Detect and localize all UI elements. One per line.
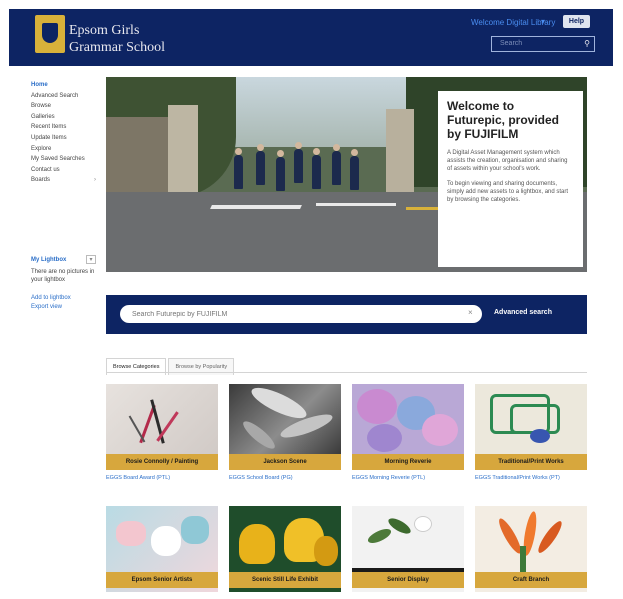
category-label: Morning Reverie (352, 454, 464, 470)
hero-photo-student (234, 148, 243, 189)
welcome-paragraph: To begin viewing and sharing documents, … (447, 181, 569, 203)
sidebar-item-advanced-search[interactable]: Advanced Search (31, 91, 96, 102)
sidebar-item-recent-items[interactable]: Recent Items (31, 122, 96, 133)
category-link[interactable]: EGGS Board Award (PTL) (106, 475, 218, 482)
hero-photo-student (332, 144, 341, 185)
category-label: Traditional/Print Works (475, 454, 587, 470)
lightbox-link-export[interactable]: Export view (31, 304, 62, 310)
category-card[interactable]: Morning Reverie EGGS Morning Reverie (PT… (352, 384, 464, 494)
advanced-search-link[interactable]: Advanced search (494, 309, 552, 316)
hero-banner: Welcome to Futurepic, provided by FUJIFI… (106, 77, 587, 272)
chevron-right-icon: › (94, 177, 96, 184)
lightbox-link-add[interactable]: Add to lightbox (31, 295, 71, 301)
sidebar-item-boards[interactable]: Boards › (31, 175, 96, 186)
header-search-box[interactable]: Search ⚲ (491, 36, 595, 52)
sidebar-item-update-items[interactable]: Update Items (31, 133, 96, 144)
lightbox-toggle-icon[interactable]: ▾ (86, 255, 96, 264)
hero-photo-student (276, 150, 285, 191)
category-link[interactable]: EGGS Traditional/Print Works (PT) (475, 475, 587, 482)
sidebar-item-galleries[interactable]: Galleries (31, 112, 96, 123)
category-label: Rosie Connolly / Painting (106, 454, 218, 470)
chevron-down-icon[interactable]: ▾ (541, 17, 545, 26)
help-button[interactable]: Help (563, 15, 590, 28)
sidebar-nav: Home Advanced Search Browse Galleries Re… (31, 80, 96, 186)
hero-photo-student (350, 149, 359, 190)
category-card[interactable]: Senior Display (352, 506, 464, 592)
school-name-line2[interactable]: Grammar School (69, 40, 165, 56)
category-card[interactable]: Rosie Connolly / Painting EGGS Board Awa… (106, 384, 218, 494)
sidebar-item-contact[interactable]: Contact us (31, 165, 96, 176)
category-tabs: Browse Categories Browse by Popularity (106, 355, 236, 375)
clear-icon[interactable]: × (468, 308, 473, 317)
lightbox-empty-text: There are no pictures in your lightbox (31, 269, 95, 283)
welcome-panel: Welcome to Futurepic, provided by FUJIFI… (438, 91, 583, 267)
search-icon[interactable]: ⚲ (584, 39, 590, 48)
lightbox-title[interactable]: My Lightbox (31, 257, 66, 263)
school-crest-logo[interactable] (35, 15, 65, 53)
hero-photo-gate-pillar (168, 105, 198, 205)
welcome-heading: Welcome to Futurepic, provided by FUJIFI… (447, 99, 560, 141)
category-label: Scenic Still Life Exhibit (229, 572, 341, 588)
category-label: Senior Display (352, 572, 464, 588)
school-name-line1[interactable]: Epsom Girls (69, 23, 139, 39)
sidebar-item-browse[interactable]: Browse (31, 101, 96, 112)
sidebar-item-label: Boards (31, 177, 51, 184)
category-label: Jackson Scene (229, 454, 341, 470)
category-card[interactable]: Jackson Scene EGGS School Board (PG) (229, 384, 341, 494)
tab-divider (106, 372, 587, 373)
sidebar-item-explore[interactable]: Explore (31, 144, 96, 155)
hero-photo-student (256, 144, 265, 185)
category-card[interactable]: Scenic Still Life Exhibit (229, 506, 341, 592)
category-card[interactable]: Epsom Senior Artists (106, 506, 218, 592)
main-search-input[interactable] (120, 305, 482, 323)
sidebar-item-home[interactable]: Home (31, 80, 96, 91)
category-label: Craft Branch (475, 572, 587, 588)
category-link[interactable]: EGGS School Board (PG) (229, 475, 341, 482)
category-label: Epsom Senior Artists (106, 572, 218, 588)
header-search-placeholder: Search (500, 40, 523, 47)
category-card[interactable]: Craft Branch (475, 506, 587, 592)
category-link[interactable]: EGGS Morning Reverie (PTL) (352, 475, 464, 482)
hero-photo-gate-pillar (386, 109, 414, 201)
welcome-paragraph: A Digital Asset Management system which … (447, 150, 568, 172)
hero-photo-road-marking (316, 203, 396, 206)
sidebar-item-saved-searches[interactable]: My Saved Searches (31, 154, 96, 165)
hero-photo-student (294, 142, 303, 183)
site-header: Epsom Girls Grammar School Welcome Digit… (9, 9, 613, 66)
hero-photo-road-marking (210, 205, 302, 209)
hero-photo-student (312, 148, 321, 189)
main-search-band: × Advanced search (106, 295, 587, 334)
category-card[interactable]: Traditional/Print Works EGGS Traditional… (475, 384, 587, 494)
